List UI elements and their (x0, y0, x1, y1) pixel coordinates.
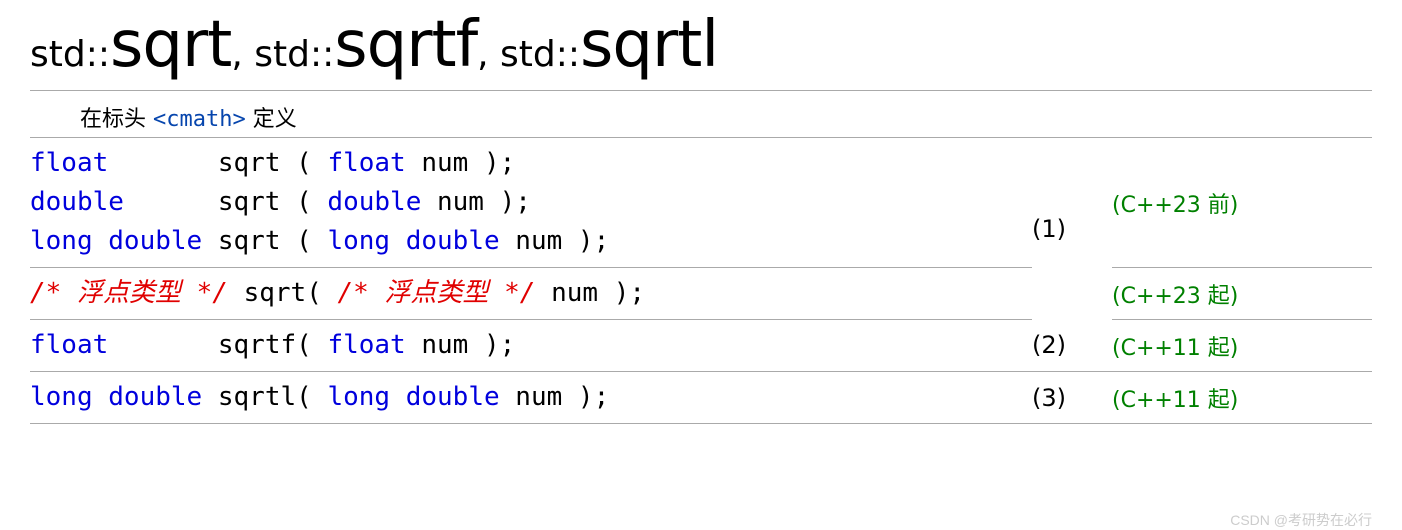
decl-version: (C++23 前) (1112, 138, 1372, 268)
header-row: 在标头 <cmath> 定义 (30, 97, 1372, 138)
title-sep-1: , (231, 34, 254, 75)
decl-number: (2) (1032, 320, 1112, 372)
title-fn-2: sqrtf (334, 8, 477, 82)
watermark: CSDN @考研势在必行 (1230, 510, 1372, 530)
decl-number: (3) (1032, 372, 1112, 424)
header-suffix: 定义 (246, 107, 297, 132)
title-ns-1: std:: (30, 34, 110, 75)
decl-version: (C++11 起) (1112, 372, 1372, 424)
header-prefix: 在标头 (80, 107, 153, 132)
decl-number: (1) (1032, 138, 1112, 320)
title-sep-2: , (477, 34, 500, 75)
decl-signature: /* 浮点类型 */ sqrt( /* 浮点类型 */ num ); (30, 268, 1032, 320)
page-title: std::sqrt, std::sqrtf, std::sqrtl (30, 0, 1372, 91)
title-ns-2: std:: (254, 34, 334, 75)
decl-row-1a: float sqrt ( float num ); double sqrt ( … (30, 138, 1372, 268)
decl-signature: float sqrtf( float num ); (30, 320, 1032, 372)
title-fn-3: sqrtl (580, 8, 718, 82)
title-ns-3: std:: (500, 34, 580, 75)
decl-row-2: float sqrtf( float num ); (2) (C++11 起) (30, 320, 1372, 372)
decl-signature: long double sqrtl( long double num ); (30, 372, 1032, 424)
decl-version: (C++11 起) (1112, 320, 1372, 372)
decl-signature: float sqrt ( float num ); double sqrt ( … (30, 138, 1032, 268)
title-fn-1: sqrt (110, 8, 231, 82)
decl-row-3: long double sqrtl( long double num ); (3… (30, 372, 1372, 424)
decl-version: (C++23 起) (1112, 268, 1372, 320)
header-link[interactable]: <cmath> (153, 107, 246, 132)
decl-row-1b: /* 浮点类型 */ sqrt( /* 浮点类型 */ num ); (C++2… (30, 268, 1372, 320)
declaration-table: 在标头 <cmath> 定义 float sqrt ( float num );… (30, 97, 1372, 424)
